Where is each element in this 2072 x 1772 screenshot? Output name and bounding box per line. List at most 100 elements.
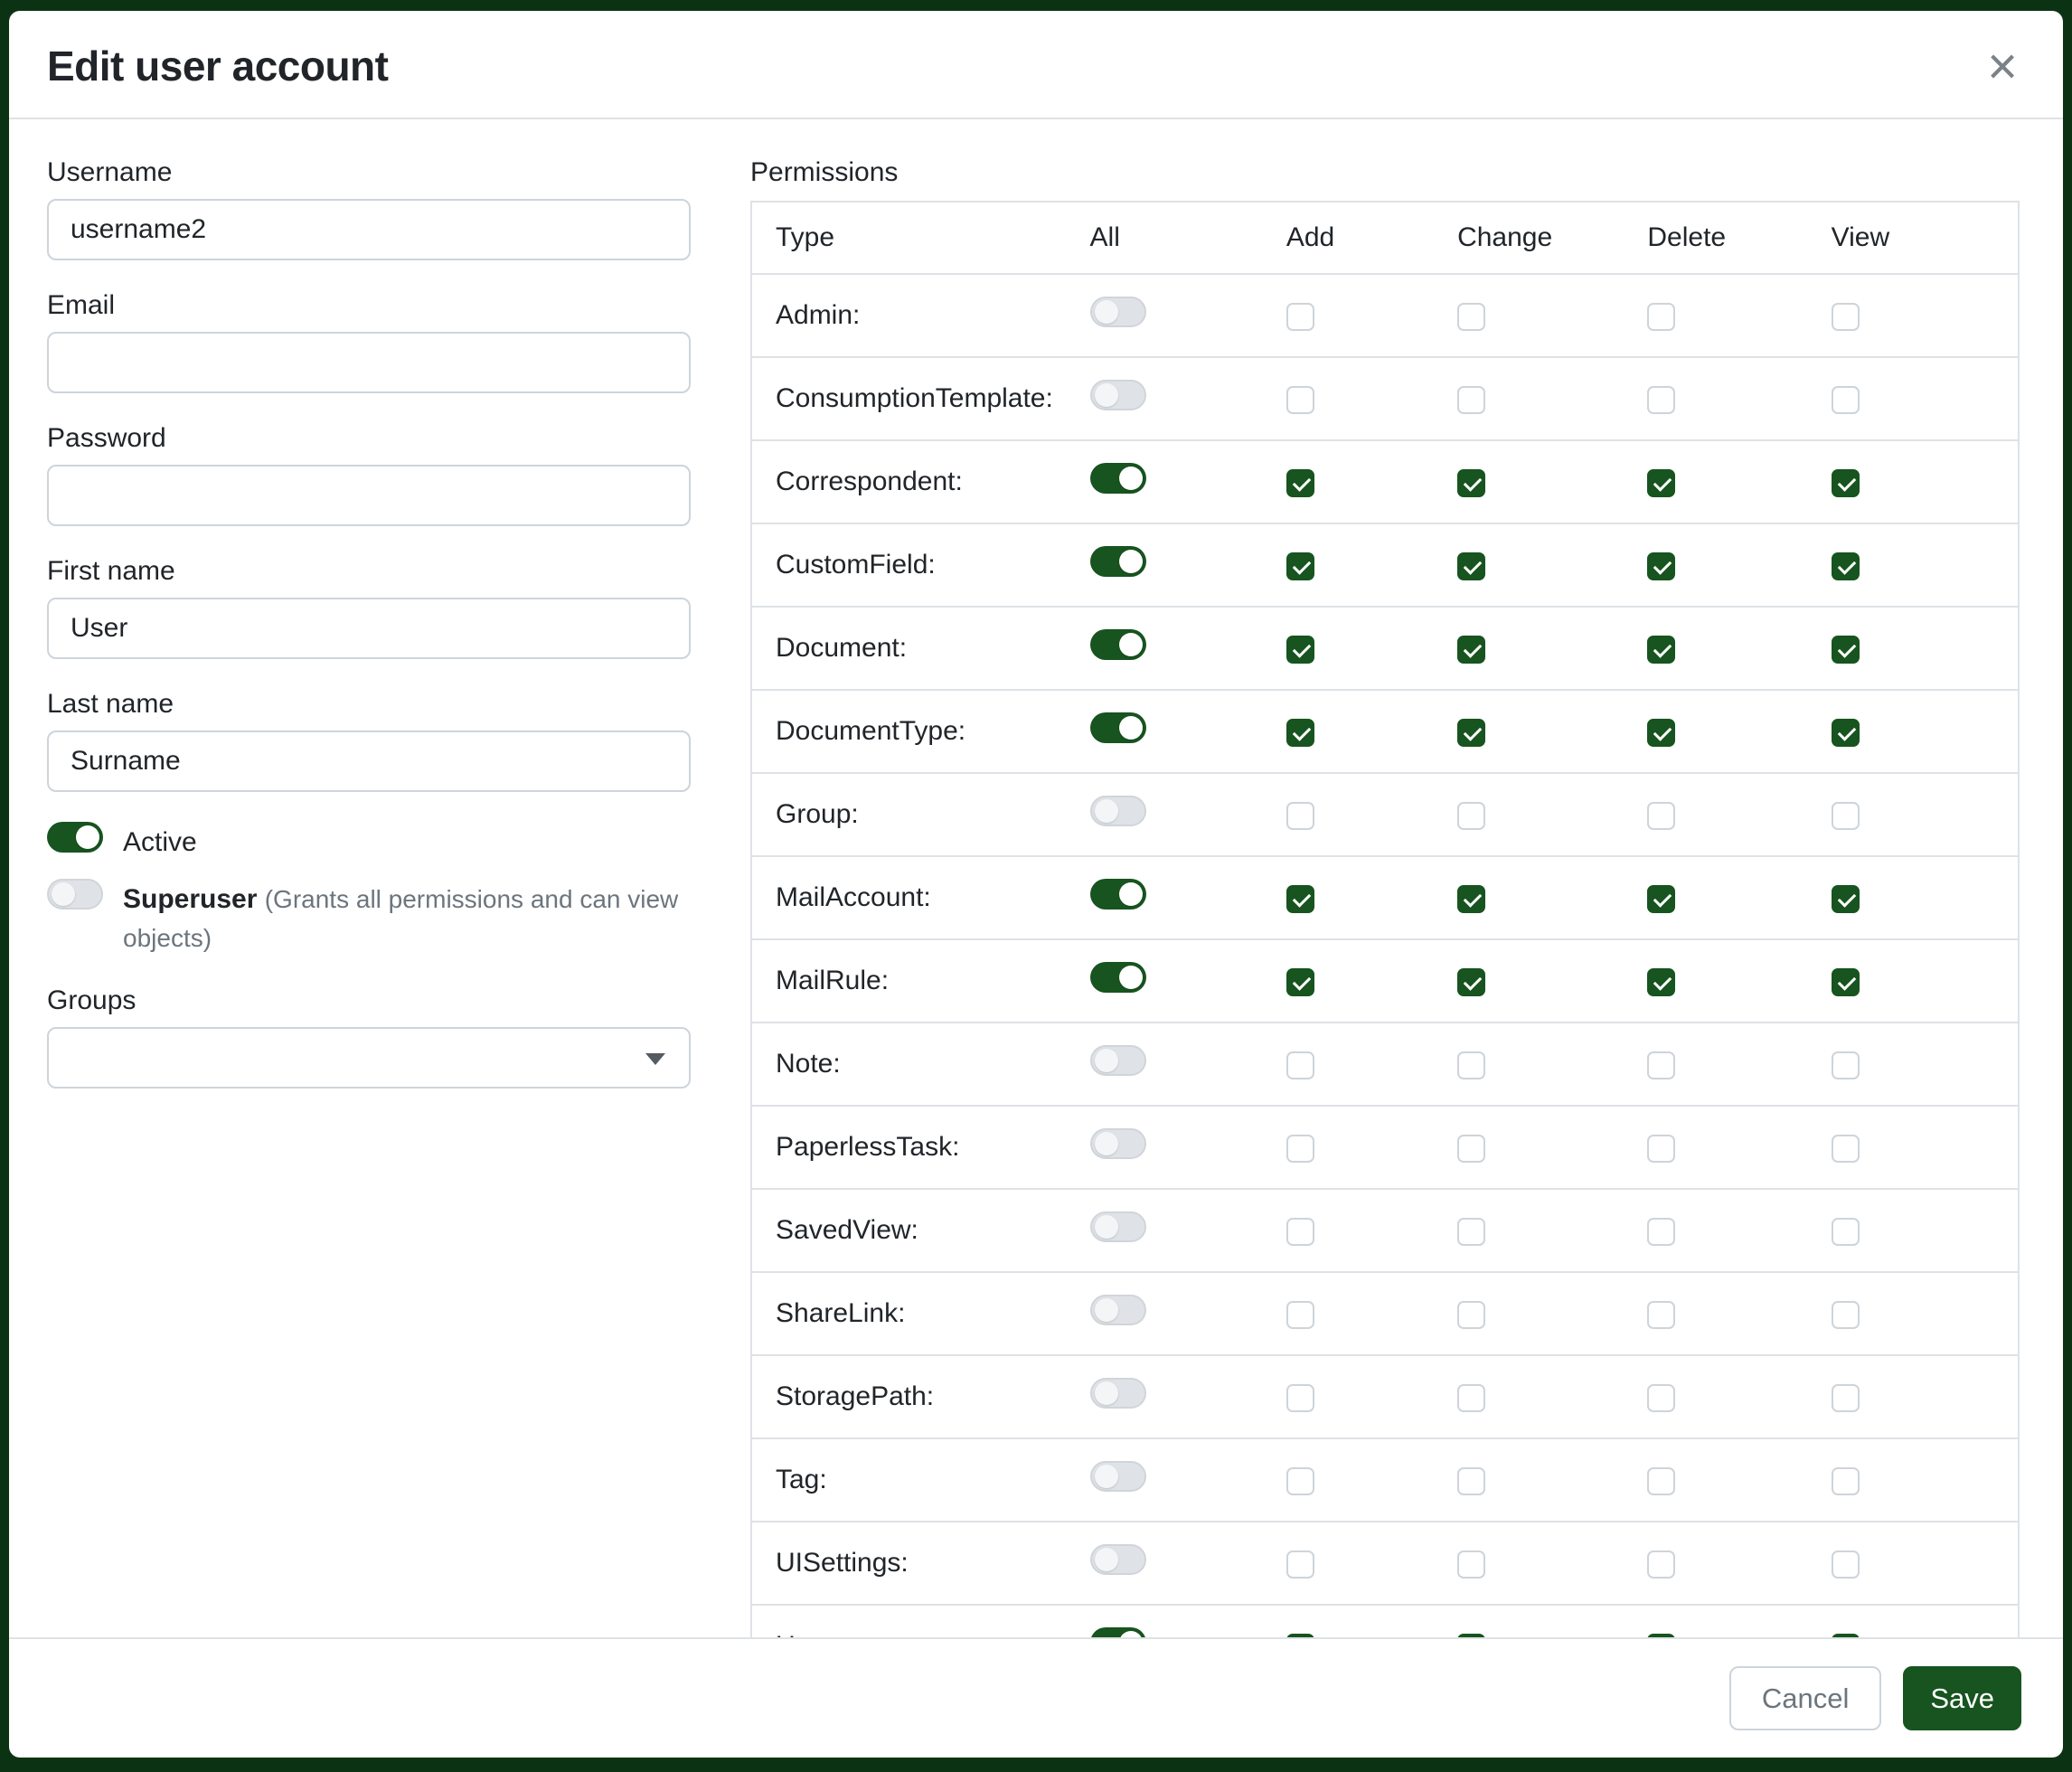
- permission-delete-checkbox[interactable]: [1647, 802, 1675, 830]
- permission-view-checkbox[interactable]: [1832, 1218, 1860, 1246]
- permission-view-checkbox[interactable]: [1832, 1467, 1860, 1495]
- permission-change-checkbox[interactable]: [1457, 719, 1485, 747]
- password-field[interactable]: [47, 465, 691, 526]
- permission-add-checkbox[interactable]: [1286, 1467, 1314, 1495]
- permission-type-label: CustomField:: [751, 523, 1081, 607]
- permission-change-checkbox[interactable]: [1457, 885, 1485, 913]
- permission-view-checkbox[interactable]: [1832, 1634, 1860, 1637]
- permission-all-toggle[interactable]: [1090, 380, 1146, 410]
- permission-delete-checkbox[interactable]: [1647, 469, 1675, 497]
- permission-delete-checkbox[interactable]: [1647, 1467, 1675, 1495]
- permission-delete-checkbox[interactable]: [1647, 1550, 1675, 1579]
- permission-add-checkbox[interactable]: [1286, 469, 1314, 497]
- cancel-button[interactable]: Cancel: [1729, 1666, 1882, 1730]
- permission-delete-checkbox[interactable]: [1647, 1384, 1675, 1412]
- permission-delete-checkbox[interactable]: [1647, 968, 1675, 996]
- permission-all-toggle[interactable]: [1090, 1627, 1146, 1637]
- permission-add-checkbox[interactable]: [1286, 885, 1314, 913]
- permission-add-checkbox[interactable]: [1286, 386, 1314, 414]
- superuser-toggle[interactable]: [47, 879, 103, 910]
- permission-view-checkbox[interactable]: [1832, 469, 1860, 497]
- permission-all-toggle[interactable]: [1090, 1128, 1146, 1159]
- permission-view-checkbox[interactable]: [1832, 1384, 1860, 1412]
- last-name-field[interactable]: [47, 730, 691, 792]
- permission-change-checkbox[interactable]: [1457, 552, 1485, 580]
- permission-delete-checkbox[interactable]: [1647, 303, 1675, 331]
- permission-all-toggle[interactable]: [1090, 712, 1146, 743]
- permission-add-checkbox[interactable]: [1286, 636, 1314, 664]
- permission-change-checkbox[interactable]: [1457, 1218, 1485, 1246]
- permission-delete-checkbox[interactable]: [1647, 1135, 1675, 1163]
- permission-view-checkbox[interactable]: [1832, 968, 1860, 996]
- active-toggle[interactable]: [47, 822, 103, 853]
- permission-add-checkbox[interactable]: [1286, 968, 1314, 996]
- permission-view-checkbox[interactable]: [1832, 719, 1860, 747]
- permission-add-checkbox[interactable]: [1286, 802, 1314, 830]
- permission-change-checkbox[interactable]: [1457, 1301, 1485, 1329]
- close-icon[interactable]: ×: [1982, 43, 2023, 90]
- permission-delete-checkbox[interactable]: [1647, 636, 1675, 664]
- permission-delete-checkbox[interactable]: [1647, 1634, 1675, 1637]
- permission-delete-checkbox[interactable]: [1647, 1051, 1675, 1079]
- permission-all-toggle[interactable]: [1090, 796, 1146, 826]
- permission-change-checkbox[interactable]: [1457, 1467, 1485, 1495]
- permission-change-checkbox[interactable]: [1457, 1384, 1485, 1412]
- permission-view-checkbox[interactable]: [1832, 802, 1860, 830]
- permission-all-toggle[interactable]: [1090, 1295, 1146, 1325]
- permission-all-toggle[interactable]: [1090, 463, 1146, 494]
- permission-delete-checkbox[interactable]: [1647, 1301, 1675, 1329]
- permission-delete-checkbox[interactable]: [1647, 719, 1675, 747]
- permission-change-checkbox[interactable]: [1457, 303, 1485, 331]
- permission-change-checkbox[interactable]: [1457, 469, 1485, 497]
- permission-all-toggle[interactable]: [1090, 1045, 1146, 1076]
- permission-view-checkbox[interactable]: [1832, 1550, 1860, 1579]
- permission-add-checkbox[interactable]: [1286, 1384, 1314, 1412]
- permission-view-checkbox[interactable]: [1832, 552, 1860, 580]
- permission-view-checkbox[interactable]: [1832, 1051, 1860, 1079]
- groups-select[interactable]: [47, 1027, 691, 1089]
- permission-view-checkbox[interactable]: [1832, 636, 1860, 664]
- permission-view-checkbox[interactable]: [1832, 386, 1860, 414]
- permission-add-checkbox[interactable]: [1286, 719, 1314, 747]
- permission-add-checkbox[interactable]: [1286, 552, 1314, 580]
- permission-all-toggle[interactable]: [1090, 1461, 1146, 1492]
- permission-delete-checkbox[interactable]: [1647, 386, 1675, 414]
- email-field[interactable]: [47, 332, 691, 393]
- permission-all-toggle[interactable]: [1090, 879, 1146, 910]
- permission-all-toggle[interactable]: [1090, 297, 1146, 327]
- first-name-field[interactable]: [47, 598, 691, 659]
- permission-change-checkbox[interactable]: [1457, 1051, 1485, 1079]
- permission-add-checkbox[interactable]: [1286, 303, 1314, 331]
- permission-add-checkbox[interactable]: [1286, 1301, 1314, 1329]
- permission-all-toggle[interactable]: [1090, 1378, 1146, 1409]
- permission-add-checkbox[interactable]: [1286, 1634, 1314, 1637]
- toggle-knob: [1095, 1381, 1118, 1405]
- permission-view-checkbox[interactable]: [1832, 1135, 1860, 1163]
- permission-change-checkbox[interactable]: [1457, 636, 1485, 664]
- permission-add-checkbox[interactable]: [1286, 1135, 1314, 1163]
- permission-change-checkbox[interactable]: [1457, 1550, 1485, 1579]
- permission-change-checkbox[interactable]: [1457, 1634, 1485, 1637]
- permission-delete-checkbox[interactable]: [1647, 885, 1675, 913]
- permission-view-checkbox[interactable]: [1832, 1301, 1860, 1329]
- permission-all-toggle[interactable]: [1090, 1211, 1146, 1242]
- permission-add-checkbox[interactable]: [1286, 1051, 1314, 1079]
- permission-change-checkbox[interactable]: [1457, 386, 1485, 414]
- save-button[interactable]: Save: [1903, 1666, 2021, 1730]
- toggle-knob: [1095, 1548, 1118, 1571]
- permission-all-toggle[interactable]: [1090, 962, 1146, 993]
- permission-view-checkbox[interactable]: [1832, 303, 1860, 331]
- permission-delete-checkbox[interactable]: [1647, 552, 1675, 580]
- username-input[interactable]: [47, 199, 691, 260]
- permission-add-checkbox[interactable]: [1286, 1550, 1314, 1579]
- permission-view-checkbox[interactable]: [1832, 885, 1860, 913]
- permission-all-toggle[interactable]: [1090, 1544, 1146, 1575]
- permission-change-checkbox[interactable]: [1457, 968, 1485, 996]
- permission-change-checkbox[interactable]: [1457, 1135, 1485, 1163]
- permission-all-toggle[interactable]: [1090, 546, 1146, 577]
- permission-add-checkbox[interactable]: [1286, 1218, 1314, 1246]
- permission-type-label: StoragePath:: [751, 1355, 1081, 1438]
- permission-delete-checkbox[interactable]: [1647, 1218, 1675, 1246]
- permission-all-toggle[interactable]: [1090, 629, 1146, 660]
- permission-change-checkbox[interactable]: [1457, 802, 1485, 830]
